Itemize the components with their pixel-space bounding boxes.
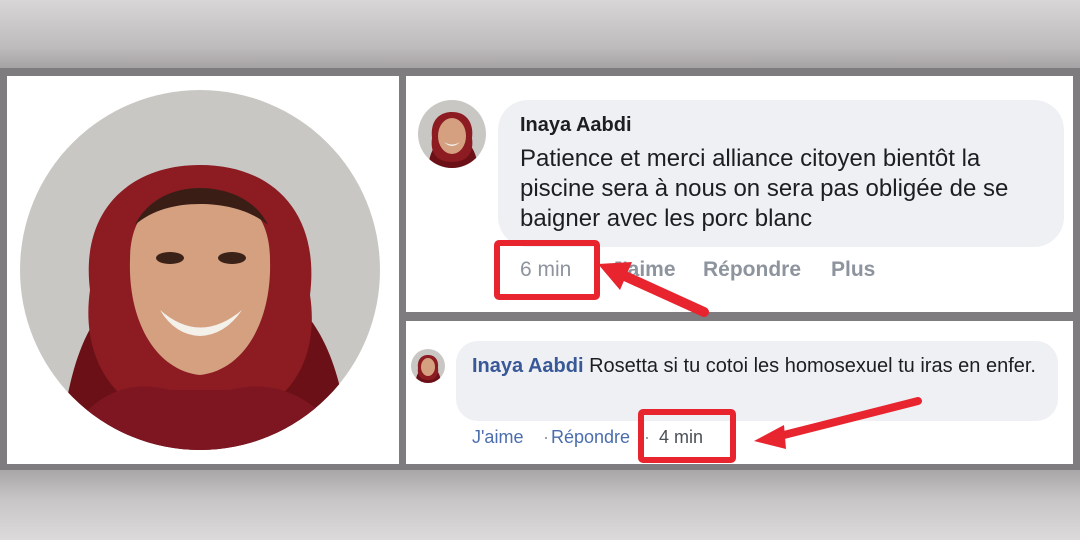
comment-panel-1: Inaya Aabdi Patience et merci alliance c…: [406, 76, 1073, 317]
background-top-band: [0, 0, 1080, 68]
red-arrow-icon: [754, 397, 922, 449]
comment-panel-2: Inaya Aabdi Rosetta si tu cotoi les homo…: [406, 321, 1073, 464]
background-bottom-band: [0, 470, 1080, 540]
red-arrow-icon: [598, 262, 709, 317]
profile-photo: [20, 90, 380, 450]
profile-photo-panel: [7, 76, 399, 464]
